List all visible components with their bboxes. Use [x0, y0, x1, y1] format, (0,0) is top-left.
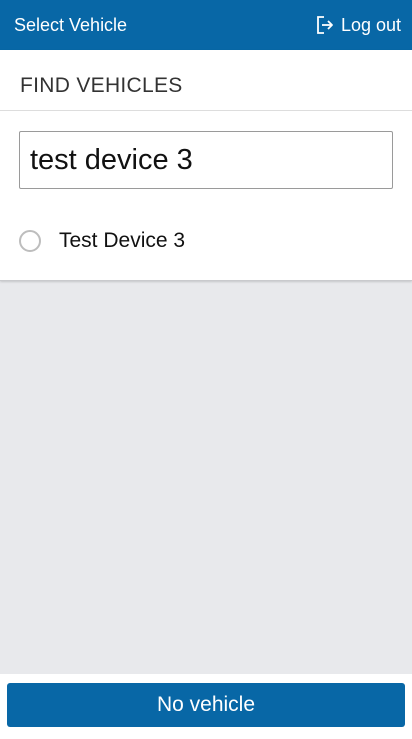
- logout-button[interactable]: Log out: [315, 13, 401, 37]
- no-vehicle-button[interactable]: No vehicle: [7, 683, 405, 727]
- vehicle-result-item[interactable]: Test Device 3: [19, 226, 185, 256]
- app-root: Select Vehicle Log out FIND VEHICLES Tes…: [0, 0, 412, 739]
- top-app-bar: Select Vehicle Log out: [0, 0, 412, 50]
- section-title: FIND VEHICLES: [20, 74, 183, 97]
- logout-label: Log out: [340, 15, 401, 35]
- vehicle-radio-button[interactable]: [19, 230, 41, 252]
- find-vehicles-panel: FIND VEHICLES Test Device 3: [0, 50, 412, 281]
- vehicle-result-label: Test Device 3: [59, 229, 186, 252]
- bottom-action-bar: No vehicle: [0, 674, 412, 739]
- section-divider: [0, 110, 412, 111]
- page-title: Select Vehicle: [14, 15, 128, 35]
- vehicle-search-input[interactable]: [19, 131, 393, 189]
- logout-icon: [315, 15, 341, 35]
